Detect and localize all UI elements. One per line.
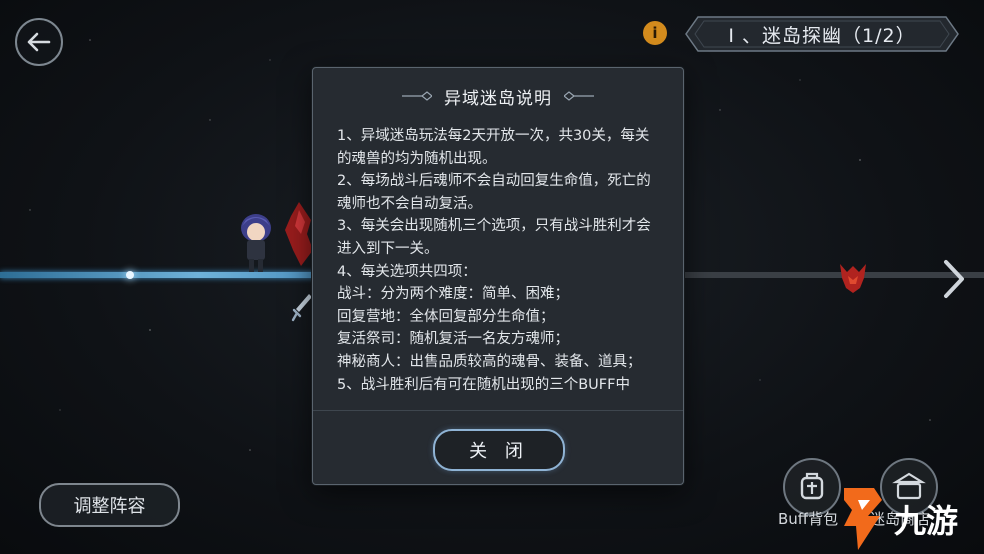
hero-character xyxy=(241,214,271,272)
rule-line: 5、战斗胜利后有可在随机出现的三个BUFF中 xyxy=(337,376,630,393)
dialog-divider xyxy=(313,410,683,411)
demon-enemy-icon xyxy=(285,202,313,266)
back-button[interactable] xyxy=(15,18,63,66)
back-arrow-icon xyxy=(27,32,51,52)
buff-bag-icon xyxy=(800,472,824,500)
dialog-body[interactable]: 1、异域迷岛玩法每2天开放一次，共30关，每关的魂兽的均为随机出现。 2、每场战… xyxy=(337,125,661,399)
close-button[interactable]: 关 闭 xyxy=(433,429,565,471)
rule-line: 战斗：分为两个难度：简单、困难； xyxy=(337,286,569,303)
buff-bag-label: Buff背包 xyxy=(778,510,839,528)
rule-line: 4、每关选项共四项： xyxy=(337,263,477,280)
info-icon[interactable]: i xyxy=(643,21,667,45)
title-ornament-left-icon xyxy=(402,91,432,101)
rule-line: 1、异域迷岛玩法每2天开放一次，共30关，每关的魂兽的均为随机出现。 xyxy=(337,128,650,167)
stage-title: I 、迷岛探幽（1/2） xyxy=(728,24,916,47)
demon-node-icon[interactable] xyxy=(838,260,868,294)
info-dialog: 异域迷岛说明 1、异域迷岛玩法每2天开放一次，共30关，每关的魂兽的均为随机出现… xyxy=(312,67,684,485)
adjust-formation-button[interactable]: 调整阵容 xyxy=(39,483,180,527)
rule-line: 复活祭司：随机复活一名友方魂师； xyxy=(337,331,569,348)
track-node xyxy=(126,271,134,279)
stage-title-banner: I 、迷岛探幽（1/2） xyxy=(684,15,960,53)
progress-track-cleared xyxy=(0,272,330,278)
dialog-header: 异域迷岛说明 xyxy=(313,68,683,124)
title-ornament-right-icon xyxy=(564,91,594,101)
rule-line: 回复营地：全体回复部分生命值； xyxy=(337,308,555,325)
watermark-logo: 九游 xyxy=(844,488,958,550)
next-arrow-icon[interactable] xyxy=(938,258,968,300)
dialog-title: 异域迷岛说明 xyxy=(444,88,552,109)
watermark-text: 九游 xyxy=(894,502,958,540)
rule-line: 2、每场战斗后魂师不会自动回复生命值，死亡的魂师也不会自动复活。 xyxy=(337,173,651,212)
rule-line: 3、每关会出现随机三个选项，只有战斗胜利才会进入到下一关。 xyxy=(337,218,651,257)
rule-line: 神秘商人：出售品质较高的魂骨、装备、道具； xyxy=(337,353,642,370)
